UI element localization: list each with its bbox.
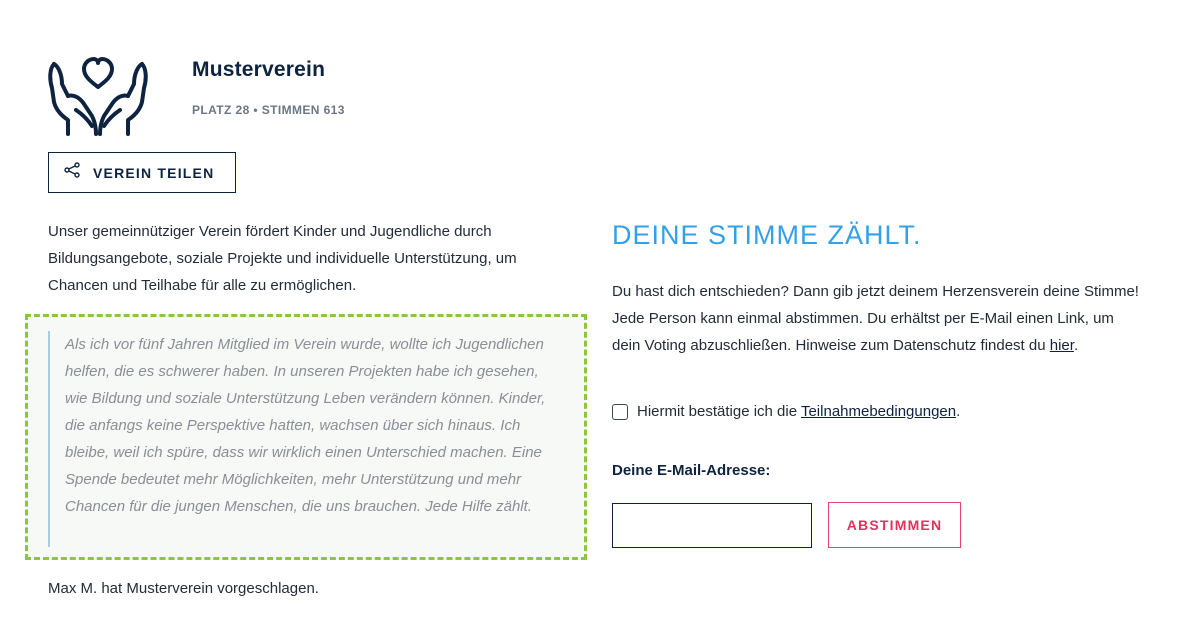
org-description: Unser gemeinnütziger Verein fördert Kind… — [48, 223, 517, 294]
votes-label: STIMMEN 613 — [261, 103, 345, 117]
org-stats: PLATZ 28 • STIMMEN 613 — [192, 103, 345, 117]
vote-instructions-end: . — [1073, 337, 1079, 354]
hands-heart-icon — [46, 54, 150, 138]
terms-link[interactable]: Teilnahmebedingungen — [801, 403, 956, 420]
stats-separator: • — [253, 103, 258, 117]
terms-consent-text: Hiermit bestätige ich die — [637, 403, 801, 420]
rank-label: PLATZ 28 — [192, 103, 250, 117]
privacy-link[interactable]: hier — [1050, 337, 1074, 354]
vote-page: Musterverein PLATZ 28 • STIMMEN 613 VERE… — [0, 0, 1198, 640]
terms-consent: Hiermit bestätige ich die Teilnahmebedin… — [612, 403, 960, 420]
vote-instructions: Du hast dich entschieden? Dann gib jetzt… — [612, 278, 1142, 359]
email-field[interactable] — [612, 503, 812, 548]
org-name: Musterverein — [192, 58, 326, 81]
terms-consent-end: . — [956, 403, 961, 420]
testimonial-text: Als ich vor fünf Jahren Mitglied im Vere… — [65, 336, 546, 515]
quote-accent-bar — [48, 331, 50, 547]
vote-submit-button[interactable]: ABSTIMMEN — [828, 502, 961, 548]
terms-consent-label: Hiermit bestätige ich die Teilnahmebedin… — [637, 403, 960, 420]
proposer-note: Max M. hat Musterverein vorgeschlagen. — [48, 580, 319, 597]
email-label: Deine E-Mail-Adresse: — [612, 462, 771, 479]
share-button-label: VEREIN TEILEN — [93, 164, 215, 181]
vote-heading: DEINE STIMME ZÄHLT. — [612, 220, 922, 250]
share-icon — [64, 162, 80, 183]
share-org-button[interactable]: VEREIN TEILEN — [48, 152, 236, 193]
testimonial-box: Als ich vor fünf Jahren Mitglied im Vere… — [25, 314, 587, 560]
terms-checkbox[interactable] — [612, 403, 628, 420]
